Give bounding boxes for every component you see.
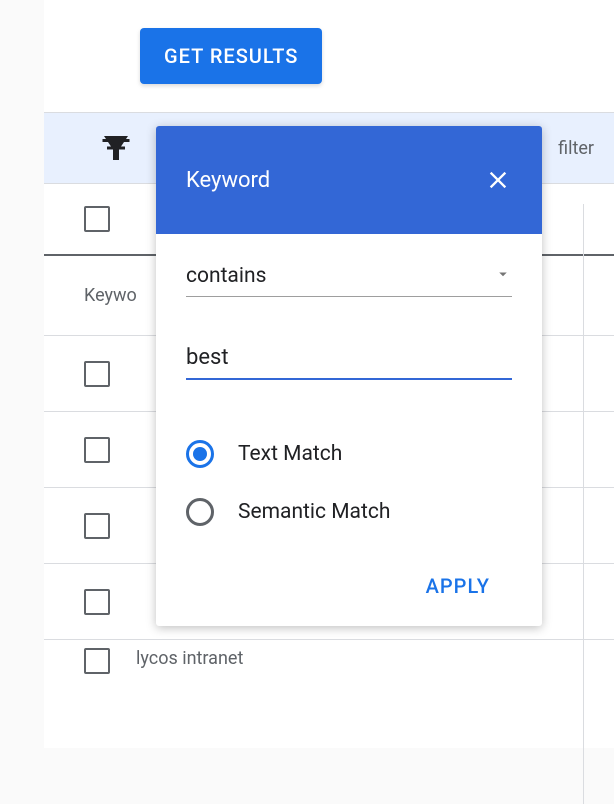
row-checkbox[interactable] xyxy=(84,589,110,615)
match-type-radio-group: Text Match Semantic Match xyxy=(186,440,512,526)
row-checkbox[interactable] xyxy=(84,513,110,539)
row-checkbox[interactable] xyxy=(84,648,110,674)
radio-selected-icon xyxy=(186,440,214,468)
filter-label: filter xyxy=(558,138,594,159)
get-results-button[interactable]: GET RESULTS xyxy=(140,28,322,84)
popup-actions: APPLY xyxy=(186,566,512,606)
row-keyword-text: lycos intranet xyxy=(136,648,243,669)
popup-header: Keyword xyxy=(156,126,542,234)
radio-text-match[interactable]: Text Match xyxy=(186,440,512,468)
select-all-checkbox[interactable] xyxy=(84,206,110,232)
condition-select-value: contains xyxy=(186,264,266,288)
radio-label: Semantic Match xyxy=(238,500,390,524)
apply-button[interactable]: APPLY xyxy=(414,566,502,606)
filter-value-input[interactable] xyxy=(186,345,512,370)
popup-body: contains Text Match Semantic Match APPLY xyxy=(156,234,542,626)
row-checkbox[interactable] xyxy=(84,361,110,387)
table-row: lycos intranet xyxy=(44,640,614,674)
radio-unselected-icon xyxy=(186,498,214,526)
column-header-keyword[interactable]: Keywo xyxy=(84,285,137,306)
keyword-filter-popup: Keyword contains Text Match Semantic Mat… xyxy=(156,126,542,626)
radio-label: Text Match xyxy=(238,442,342,466)
popup-title: Keyword xyxy=(186,168,270,193)
column-divider xyxy=(583,204,584,804)
row-checkbox[interactable] xyxy=(84,437,110,463)
filter-input-container xyxy=(186,345,512,380)
top-actions: GET RESULTS xyxy=(44,0,614,112)
radio-semantic-match[interactable]: Semantic Match xyxy=(186,498,512,526)
filter-icon[interactable] xyxy=(98,130,134,166)
condition-select[interactable]: contains xyxy=(186,264,512,297)
chevron-down-icon xyxy=(494,265,512,287)
close-icon[interactable] xyxy=(484,166,512,194)
